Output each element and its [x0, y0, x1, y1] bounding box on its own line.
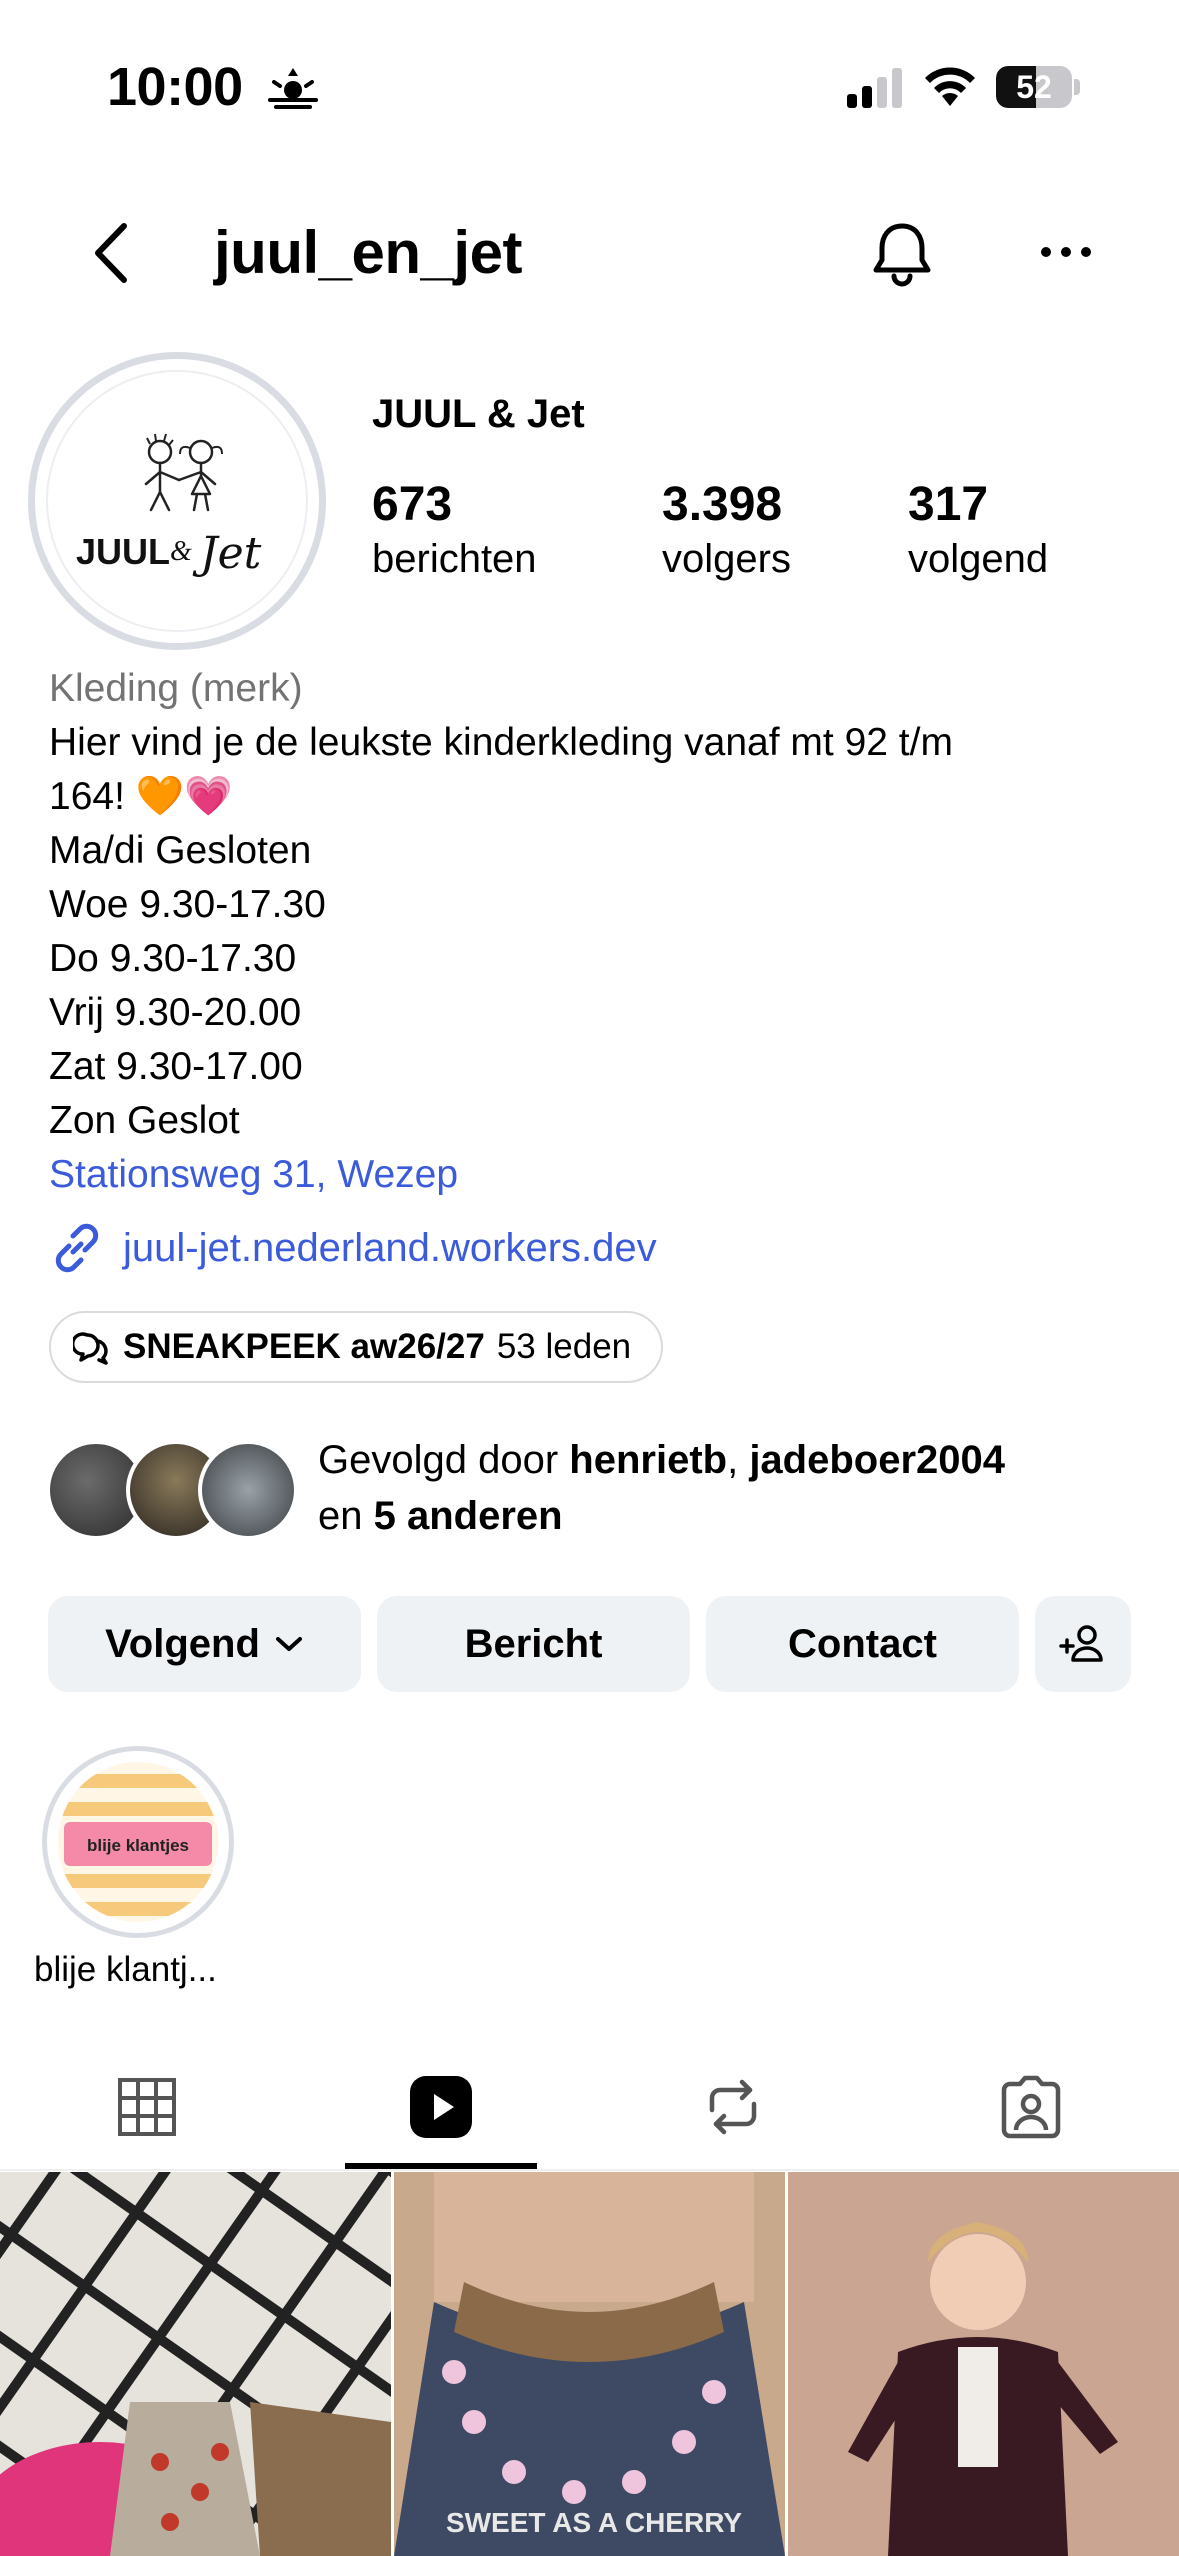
stat-followers-label: volgers	[662, 537, 791, 581]
contact-button-label: Contact	[788, 1621, 937, 1666]
status-time: 10:00	[107, 57, 243, 117]
display-name: JUUL & Jet	[372, 392, 585, 436]
wifi-icon	[925, 67, 975, 106]
bio-line: Zon Geslot	[49, 1099, 240, 1142]
grid-post-thumbnail[interactable]: SWEET AS A CHERRY	[394, 2172, 785, 2556]
bell-icon[interactable]	[866, 218, 938, 290]
status-bar: 10:00 52	[0, 0, 1179, 170]
following-button[interactable]: Volgend	[48, 1596, 361, 1692]
sunrise-icon	[268, 68, 318, 109]
stat-posts[interactable]: 673 berichten	[372, 476, 537, 584]
bio-line: Woe 9.30-17.30	[49, 883, 326, 926]
profile-username: juul_en_jet	[214, 219, 522, 286]
followed-by-text[interactable]: Gevolgd door henrietb, jadeboer2004 en 5…	[318, 1432, 1168, 1544]
stat-posts-value: 673	[372, 478, 453, 531]
grid-post-thumbnail[interactable]	[788, 2172, 1179, 2556]
svg-text:JUUL: JUUL	[76, 531, 170, 572]
stat-followers-value: 3.398	[662, 478, 783, 531]
channel-chat-icon	[73, 1332, 108, 1365]
broadcast-channel-chip[interactable]: SNEAKPEEK aw26/27 53 leden	[49, 1311, 664, 1383]
reposts-icon[interactable]	[698, 2072, 768, 2142]
stat-posts-label: berichten	[372, 537, 537, 581]
highlight-cover[interactable]: blije klantjes	[58, 1762, 218, 1922]
svg-text:blije klantjes: blije klantjes	[87, 1836, 189, 1855]
bio-line: 164! 🧡💗	[49, 775, 233, 818]
grid-icon[interactable]	[112, 2072, 182, 2142]
stat-following-label: volgend	[908, 537, 1049, 581]
contact-button[interactable]: Contact	[706, 1596, 1019, 1692]
avatar[interactable]: JUUL & Jet	[46, 370, 308, 632]
follower-avatar[interactable]	[198, 1440, 298, 1540]
suggested-users-button[interactable]	[1035, 1596, 1131, 1692]
more-horizontal-icon[interactable]	[1036, 232, 1096, 272]
mutual-follower: henrietb	[569, 1438, 728, 1482]
tabs-divider	[0, 2169, 1179, 2171]
grid-post-thumbnail[interactable]	[0, 2172, 391, 2556]
tagged-icon[interactable]	[996, 2072, 1066, 2142]
add-person-icon	[1059, 1625, 1103, 1662]
bio: Kleding (merk) Hier vind je de leukste k…	[49, 662, 1149, 1202]
stat-following[interactable]: 317 volgend	[908, 476, 1048, 584]
following-button-label: Volgend	[105, 1621, 260, 1666]
bio-line: Zat 9.30-17.00	[49, 1045, 303, 1088]
chevron-left-icon[interactable]	[88, 218, 138, 288]
svg-text:&: &	[170, 536, 192, 567]
brand-logo: JUUL & Jet	[76, 433, 262, 579]
link-icon	[55, 1223, 99, 1273]
channel-members: 53 leden	[496, 1327, 632, 1366]
bio-line: Do 9.30-17.30	[49, 937, 297, 980]
message-button-label: Bericht	[464, 1621, 603, 1666]
bio-line: Vrij 9.30-20.00	[49, 991, 302, 1034]
mutual-others-count: 5 anderen	[373, 1494, 563, 1538]
svg-text:Jet: Jet	[192, 528, 262, 579]
bio-address-link[interactable]: Stationsweg 31, Wezep	[49, 1148, 1149, 1202]
mutual-follower: jadeboer2004	[749, 1438, 1006, 1482]
cellular-signal-icon	[847, 68, 902, 108]
stat-followers[interactable]: 3.398 volgers	[662, 476, 791, 584]
reels-icon[interactable]	[406, 2072, 476, 2142]
bio-category: Kleding (merk)	[49, 667, 303, 710]
bio-line: Hier vind je de leukste kinderkleding va…	[49, 721, 953, 764]
chevron-down-icon	[275, 1637, 302, 1651]
battery-percent: 52	[1016, 69, 1052, 105]
bio-line: Ma/di Gesloten	[49, 829, 312, 872]
battery-icon: 52	[996, 66, 1080, 108]
stat-following-value: 317	[908, 478, 989, 531]
svg-text:SWEET AS A CHERRY: SWEET AS A CHERRY	[446, 2507, 742, 2538]
channel-name: SNEAKPEEK aw26/27	[123, 1327, 485, 1366]
highlight-label: blije klantj...	[34, 1950, 217, 1989]
website-link[interactable]: juul-jet.nederland.workers.dev	[49, 1218, 657, 1278]
message-button[interactable]: Bericht	[377, 1596, 690, 1692]
website-link-text: juul-jet.nederland.workers.dev	[123, 1225, 657, 1270]
